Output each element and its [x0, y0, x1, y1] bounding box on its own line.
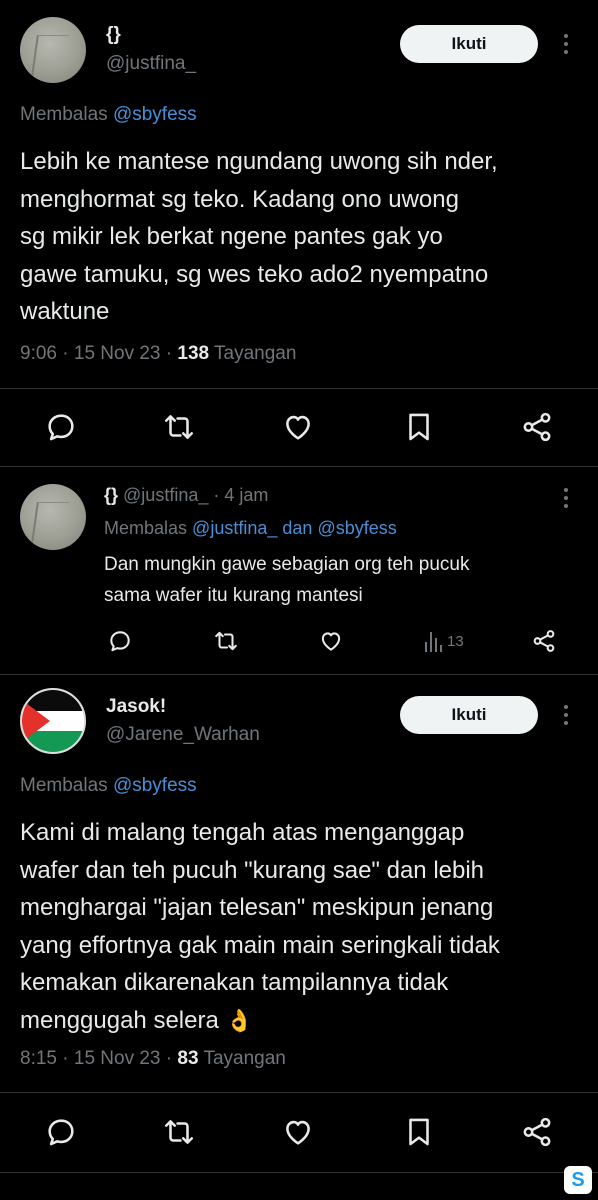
- palestine-flag-icon: [22, 690, 84, 752]
- action-bar: [0, 1112, 598, 1152]
- avatar[interactable]: [20, 17, 86, 83]
- avatar[interactable]: [20, 688, 86, 754]
- avatar[interactable]: [20, 484, 86, 550]
- reply-icon[interactable]: [44, 1112, 78, 1152]
- tweet-meta: 9:06 · 15 Nov 23 · 138 Tayangan: [20, 343, 297, 364]
- tweet-line: Dan mungkin gawe sebagian org teh pucuk: [104, 554, 470, 575]
- tweet-line: kemakan dikarenakan tampilannya tidak: [20, 969, 449, 996]
- views-count: 83: [177, 1048, 199, 1069]
- tweet-line: yang effortnya gak main main seringkali …: [20, 931, 500, 959]
- more-icon[interactable]: [561, 488, 571, 510]
- tweet-line: sg mikir lek berkat ngene pantes gak yo: [20, 223, 443, 250]
- tweet-time[interactable]: 8:15: [20, 1048, 57, 1069]
- reply-header: {} @justfina_ · 4 jam: [104, 485, 269, 505]
- tweet-time[interactable]: 9:06: [20, 343, 57, 364]
- replying-to: Membalas @sbyfess: [20, 775, 197, 797]
- more-icon[interactable]: [561, 34, 571, 56]
- replying-prefix: Membalas: [20, 104, 108, 125]
- replying-to: Membalas @justfina_ dan @sbyfess: [104, 518, 397, 539]
- tweet-text: Lebih ke mantese ngundang uwong sih nder…: [20, 143, 498, 331]
- views-count: 13: [447, 632, 464, 650]
- bookmark-icon[interactable]: [402, 1112, 436, 1152]
- tweet-line: menghormat sg teko. Kadang ono uwong: [20, 185, 459, 213]
- replying-prefix: Membalas: [20, 775, 108, 796]
- retweet-icon[interactable]: [213, 621, 239, 661]
- replying-to: Membalas @sbyfess: [20, 104, 197, 126]
- mention-link[interactable]: @justfina_: [192, 518, 277, 538]
- action-bar: [0, 407, 598, 447]
- retweet-icon[interactable]: [162, 407, 196, 447]
- display-name[interactable]: Jasok!: [106, 696, 166, 718]
- replying-prefix: Membalas: [104, 518, 188, 538]
- divider: [0, 388, 598, 389]
- tweet-date[interactable]: 15 Nov 23: [74, 1048, 161, 1069]
- tweet-meta: 8:15 · 15 Nov 23 · 83 Tayangan: [20, 1048, 286, 1069]
- tweet-text: Dan mungkin gawe sebagian org teh pucuk …: [104, 549, 469, 611]
- handle[interactable]: @justfina_: [123, 485, 208, 505]
- follow-button[interactable]: Ikuti: [400, 25, 538, 63]
- divider: [0, 466, 598, 467]
- ok-hand-emoji: 👌: [225, 1007, 253, 1033]
- divider: [0, 1092, 598, 1093]
- tweet-date[interactable]: 15 Nov 23: [74, 343, 161, 364]
- tweet-line: waktune: [20, 298, 110, 325]
- views-count: 138: [177, 343, 210, 364]
- tweet-line: gawe tamuku, sg wes teko ado2 nyempatno: [20, 260, 489, 288]
- bookmark-icon[interactable]: [402, 407, 436, 447]
- reply-icon[interactable]: [44, 407, 78, 447]
- tweet-line: menghargai "jajan telesan" meskipun jena…: [20, 894, 494, 921]
- tweet-text: Kami di malang tengah atas menganggap wa…: [20, 814, 500, 1039]
- tweet-line: Lebih ke mantese ngundang uwong sih nder…: [20, 148, 498, 175]
- display-name[interactable]: {}: [106, 24, 121, 46]
- action-bar: 13: [0, 621, 598, 661]
- heart-icon[interactable]: [281, 407, 315, 447]
- retweet-icon[interactable]: [162, 1112, 196, 1152]
- divider: [0, 674, 598, 675]
- watermark-logo: S: [564, 1166, 592, 1194]
- mention-link[interactable]: @sbyfess: [113, 104, 197, 125]
- handle[interactable]: @justfina_: [106, 53, 196, 75]
- more-icon[interactable]: [561, 705, 571, 727]
- mention-link[interactable]: @sbyfess: [317, 518, 396, 538]
- handle[interactable]: @Jarene_Warhan: [106, 724, 260, 746]
- tweet-line: menggugah selera: [20, 1006, 219, 1034]
- tweet-line: Kami di malang tengah atas menganggap: [20, 819, 465, 846]
- tweet-age[interactable]: 4 jam: [224, 485, 268, 505]
- share-icon[interactable]: [531, 621, 557, 661]
- views-button[interactable]: 13: [425, 621, 464, 661]
- views-label: Tayangan: [203, 1048, 286, 1069]
- heart-icon[interactable]: [318, 621, 344, 661]
- tweet-line: wafer dan teh pucuh "kurang sae" dan leb…: [20, 856, 485, 884]
- reply-icon[interactable]: [107, 621, 133, 661]
- follow-button[interactable]: Ikuti: [400, 696, 538, 734]
- divider: [0, 1172, 598, 1173]
- views-icon: [425, 630, 442, 652]
- share-icon[interactable]: [520, 1112, 554, 1152]
- mention-link[interactable]: @sbyfess: [113, 775, 197, 796]
- display-name[interactable]: {}: [104, 485, 118, 505]
- replying-and: dan: [282, 518, 313, 538]
- views-label: Tayangan: [214, 343, 297, 364]
- heart-icon[interactable]: [281, 1112, 315, 1152]
- share-icon[interactable]: [520, 407, 554, 447]
- tweet-line: sama wafer itu kurang mantesi: [104, 585, 363, 606]
